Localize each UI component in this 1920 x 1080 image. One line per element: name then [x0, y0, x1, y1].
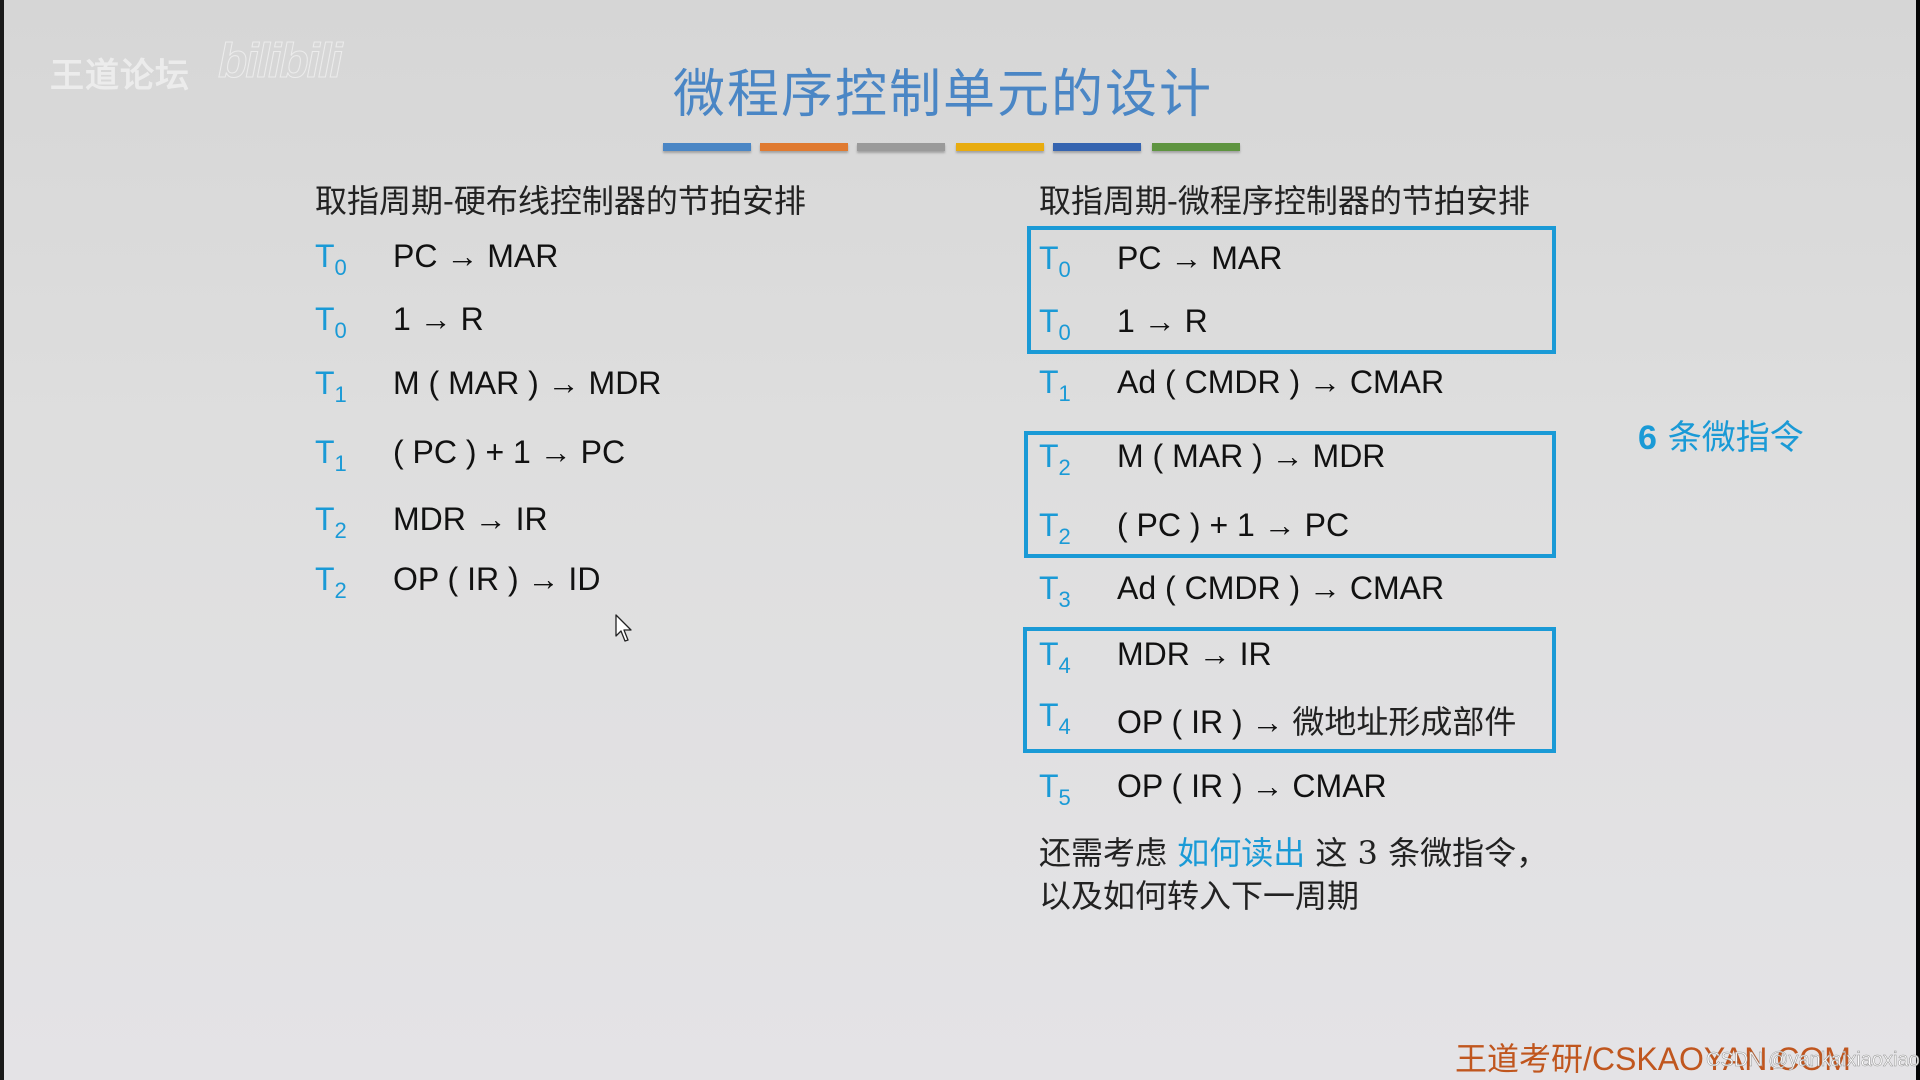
count-label: 条微指令: [1656, 418, 1804, 458]
timing-label: T1: [315, 365, 347, 407]
micro-operation: 1 → R: [1117, 303, 1208, 339]
accent-bar: [663, 143, 751, 151]
mouse-cursor-icon: [615, 614, 632, 642]
csdn-credit: CSDN @yankaixiaoxiao: [1706, 1049, 1920, 1072]
micro-operation: ( PC ) + 1 → PC: [1117, 507, 1350, 543]
micro-operation: M ( MAR ) → MDR: [1117, 438, 1386, 474]
slide-title: 微程序控制单元的设计: [672, 65, 1213, 125]
micro-operation: MDR → IR: [1117, 636, 1272, 672]
accent-bar: [956, 143, 1044, 151]
note-pre: 还需考虑: [1039, 834, 1178, 872]
timing-label: T2: [1039, 507, 1071, 549]
micro-operation: Ad ( CMDR ) → CMAR: [1117, 570, 1445, 606]
micro-operation: PC → MAR: [393, 238, 559, 274]
note-highlight: 如何读出: [1177, 834, 1306, 872]
micro-operation: ( PC ) + 1 → PC: [393, 434, 626, 470]
timing-label: T5: [1039, 768, 1071, 810]
count-number: 6: [1638, 419, 1657, 457]
timing-label: T2: [315, 501, 347, 543]
micro-instruction-count: 6 条微指令: [1638, 410, 1804, 459]
timing-label: T2: [315, 561, 347, 603]
timing-label: T1: [315, 434, 347, 476]
micro-operation: 1 → R: [393, 301, 484, 337]
accent-bar: [857, 143, 945, 151]
accent-bar: [760, 143, 848, 151]
timing-label: T1: [1039, 364, 1071, 406]
note-post: 这 3 条微指令，: [1305, 834, 1549, 872]
timing-label: T0: [1039, 303, 1071, 345]
micro-operation: OP ( IR ) → CMAR: [1117, 768, 1387, 804]
timing-label: T2: [1039, 438, 1071, 480]
timing-label: T4: [1039, 636, 1071, 678]
micro-operation: OP ( IR ) → ID: [393, 561, 601, 597]
micro-instruction-box-1: [1027, 226, 1556, 354]
hardwired-heading: 取指周期-硬布线控制器的节拍安排: [315, 182, 806, 220]
note-line-1: 还需考虑 如何读出 这 3 条微指令，: [1039, 828, 1548, 874]
micro-operation: MDR → IR: [393, 501, 548, 537]
timing-label: T3: [1039, 570, 1071, 612]
accent-bar: [1152, 143, 1240, 151]
micro-operation: OP ( IR ) → 微地址形成部件: [1117, 703, 1517, 741]
left-edge: [0, 0, 4, 1080]
micro-operation: Ad ( CMDR ) → CMAR: [1117, 364, 1445, 400]
timing-label: T0: [315, 238, 347, 280]
microprogram-heading: 取指周期-微程序控制器的节拍安排: [1039, 182, 1530, 220]
timing-label: T0: [1039, 240, 1071, 282]
timing-label: T4: [1039, 697, 1071, 739]
right-edge: [1916, 0, 1920, 1080]
micro-operation: PC → MAR: [1117, 240, 1283, 276]
micro-operation: M ( MAR ) → MDR: [393, 365, 662, 401]
accent-bar: [1053, 143, 1141, 151]
note-line-2: 以及如何转入下一周期: [1039, 877, 1360, 915]
timing-label: T0: [315, 301, 347, 343]
